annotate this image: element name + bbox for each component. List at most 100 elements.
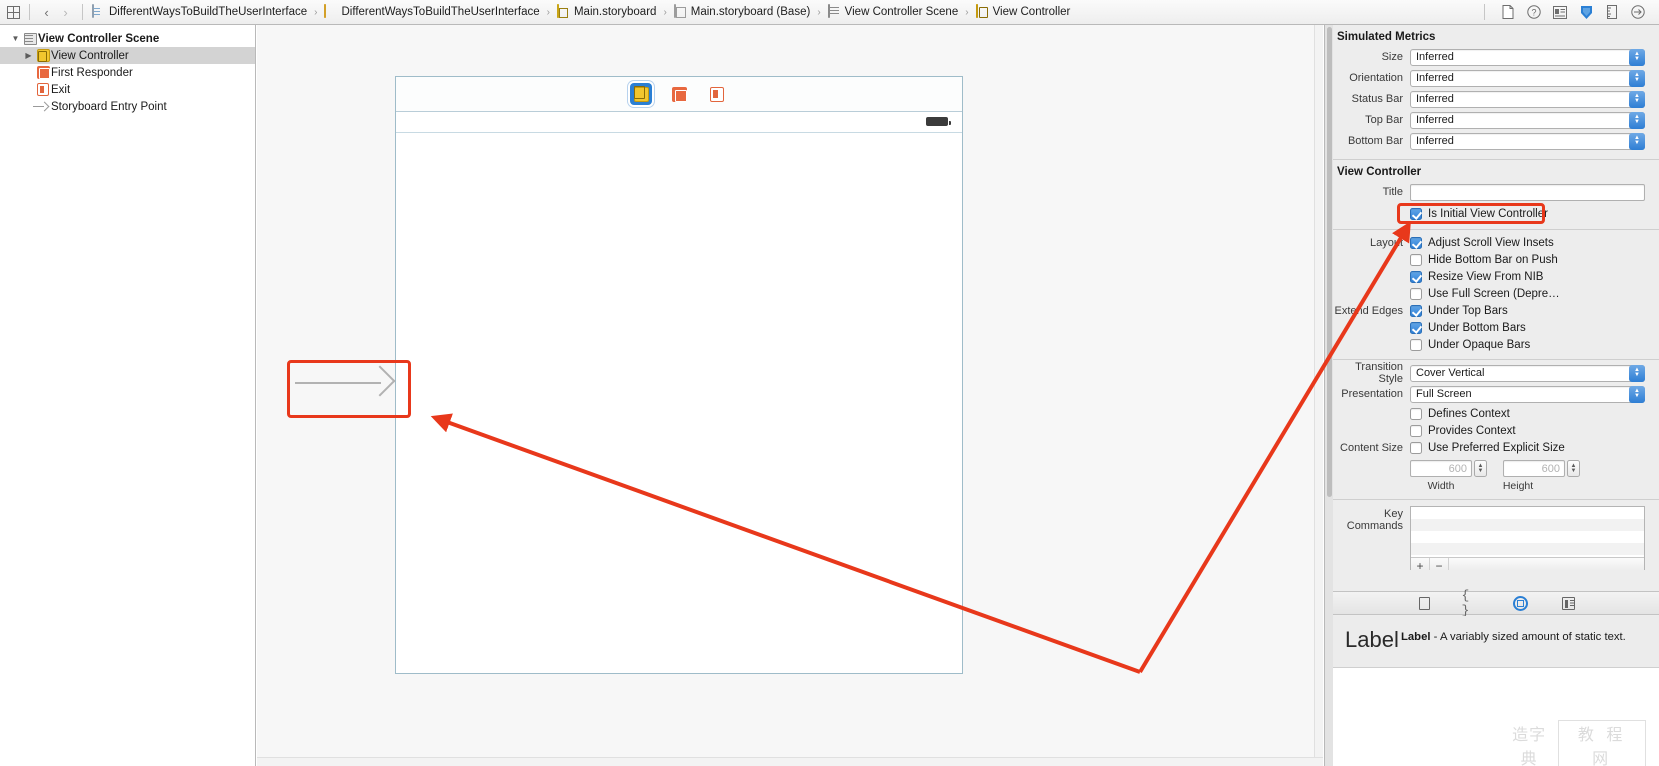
inspector-scrollbar-thumb[interactable] bbox=[1326, 27, 1332, 497]
forward-button[interactable]: › bbox=[56, 1, 75, 23]
view-controller-view[interactable] bbox=[396, 132, 962, 673]
grid-icon bbox=[6, 5, 20, 19]
breadcrumb-item-view-controller[interactable]: View Controller bbox=[975, 4, 1070, 19]
hide-bottom-bar-on-push-label: Hide Bottom Bar on Push bbox=[1428, 253, 1558, 266]
object-library-tab[interactable] bbox=[1510, 594, 1532, 612]
orientation-popup-button[interactable]: Inferred ▲ ▼ bbox=[1410, 69, 1645, 87]
storyboard-entry-arrow-icon[interactable] bbox=[289, 362, 407, 404]
adjust-scroll-view-insets-label: Adjust Scroll View Insets bbox=[1428, 236, 1554, 249]
quick-help-icon[interactable]: ? bbox=[1521, 1, 1547, 23]
toolbar-left-group: ‹ › bbox=[0, 0, 86, 24]
editor-grid-button[interactable] bbox=[0, 0, 26, 25]
storyboard-canvas[interactable] bbox=[257, 25, 1323, 766]
attributes-inspector-icon[interactable] bbox=[1573, 1, 1599, 23]
simulated-status-bar bbox=[396, 113, 962, 132]
under-top-bars-checkbox[interactable] bbox=[1410, 304, 1422, 317]
chevron-updown-icon[interactable]: ▲ ▼ bbox=[1629, 69, 1645, 87]
checkbox-row-hide-bottom-bar-on-push: Hide Bottom Bar on Push bbox=[1333, 251, 1659, 268]
exit-dock-icon[interactable] bbox=[706, 83, 728, 105]
breadcrumb-label: Main.storyboard bbox=[573, 6, 657, 18]
code-snippet-library-tab[interactable]: { } bbox=[1462, 588, 1484, 618]
first-responder-icon bbox=[35, 66, 51, 79]
outline-item-view-controller[interactable]: ▶ View Controller bbox=[0, 47, 255, 64]
breadcrumb-label: Main.storyboard (Base) bbox=[690, 6, 811, 18]
checkbox-row-resize-view-from-nib: Resize View From NIB bbox=[1333, 268, 1659, 285]
scene-icon bbox=[22, 32, 38, 45]
remove-key-command-button[interactable]: − bbox=[1430, 557, 1449, 570]
content-width-stepper[interactable]: ▲ ▼ bbox=[1474, 460, 1487, 477]
chevron-updown-icon[interactable]: ▲ ▼ bbox=[1629, 132, 1645, 150]
chevron-updown-icon[interactable]: ▲ ▼ bbox=[1629, 48, 1645, 66]
key-commands-list[interactable]: + − bbox=[1410, 506, 1645, 570]
inspector-scrollbar[interactable] bbox=[1325, 25, 1333, 766]
chevron-updown-icon[interactable]: ▲ ▼ bbox=[1629, 90, 1645, 108]
outline-item-first-responder[interactable]: First Responder bbox=[0, 64, 255, 81]
bottom-bar-value: Inferred bbox=[1416, 135, 1454, 147]
outline-item-view-controller-scene[interactable]: ▼ View Controller Scene bbox=[0, 30, 255, 47]
breadcrumb-label: DifferentWaysToBuildTheUserInterface bbox=[341, 6, 540, 18]
presentation-popup-button[interactable]: Full Screen ▲ ▼ bbox=[1410, 385, 1645, 403]
top-bar-popup-button[interactable]: Inferred ▲ ▼ bbox=[1410, 111, 1645, 129]
view-controller-scene-canvas[interactable] bbox=[395, 76, 963, 674]
transition-style-popup-button[interactable]: Cover Vertical ▲ ▼ bbox=[1410, 364, 1645, 382]
outline-item-label: Exit bbox=[51, 83, 71, 96]
under-bottom-bars-checkbox[interactable] bbox=[1410, 321, 1422, 334]
field-row-status-bar: Status Bar Inferred ▲ ▼ bbox=[1333, 89, 1659, 109]
adjust-scroll-view-insets-checkbox[interactable] bbox=[1410, 236, 1422, 249]
watermark-brand: 造字典 教 程 网 bbox=[1504, 720, 1646, 766]
disclosure-triangle-icon[interactable]: ▼ bbox=[9, 34, 22, 43]
breadcrumb-item-storyboard-base[interactable]: Main.storyboard (Base) bbox=[673, 4, 811, 19]
identity-inspector-icon[interactable] bbox=[1547, 1, 1573, 23]
canvas-horizontal-scrollbar[interactable] bbox=[257, 757, 1323, 766]
chevron-updown-icon[interactable]: ▲ ▼ bbox=[1629, 111, 1645, 129]
chevron-right-icon: › bbox=[817, 6, 821, 18]
view-controller-icon bbox=[975, 4, 989, 19]
add-key-command-button[interactable]: + bbox=[1411, 557, 1430, 570]
scene-icon bbox=[827, 4, 841, 19]
media-library-tab[interactable] bbox=[1558, 594, 1580, 612]
view-controller-icon bbox=[35, 49, 51, 62]
hide-bottom-bar-on-push-checkbox[interactable] bbox=[1410, 253, 1422, 266]
outline-item-storyboard-entry-point[interactable]: Storyboard Entry Point bbox=[0, 98, 255, 115]
file-inspector-icon[interactable] bbox=[1495, 1, 1521, 23]
size-value: Inferred bbox=[1416, 51, 1454, 63]
field-row-orientation: Orientation Inferred ▲ ▼ bbox=[1333, 68, 1659, 88]
outline-item-exit[interactable]: Exit bbox=[0, 81, 255, 98]
use-full-screen-checkbox[interactable] bbox=[1410, 287, 1422, 300]
orientation-value: Inferred bbox=[1416, 72, 1454, 84]
under-opaque-bars-checkbox[interactable] bbox=[1410, 338, 1422, 351]
breadcrumb-item-scene[interactable]: View Controller Scene bbox=[827, 4, 958, 19]
title-input[interactable] bbox=[1410, 183, 1645, 201]
toolbar-divider bbox=[29, 4, 30, 20]
chevron-updown-icon[interactable]: ▲ ▼ bbox=[1629, 385, 1645, 403]
breadcrumb-item-folder[interactable]: DifferentWaysToBuildTheUserInterface bbox=[324, 4, 540, 19]
bottom-bar-popup-button[interactable]: Inferred ▲ ▼ bbox=[1410, 132, 1645, 150]
library-item-label[interactable]: Label Label - A variably sized amount of… bbox=[1333, 616, 1659, 668]
size-inspector-icon[interactable] bbox=[1599, 1, 1625, 23]
breadcrumb-item-storyboard[interactable]: Main.storyboard bbox=[556, 4, 657, 19]
field-row-presentation: Presentation Full Screen ▲ ▼ bbox=[1333, 384, 1659, 404]
chevron-right-icon: › bbox=[546, 6, 550, 18]
provides-context-checkbox[interactable] bbox=[1410, 424, 1422, 437]
chevron-updown-icon[interactable]: ▲ ▼ bbox=[1629, 364, 1645, 382]
disclosure-triangle-icon[interactable]: ▶ bbox=[22, 51, 35, 60]
connections-inspector-icon[interactable] bbox=[1625, 1, 1651, 23]
resize-view-from-nib-checkbox[interactable] bbox=[1410, 270, 1422, 283]
breadcrumb-item-project[interactable]: DifferentWaysToBuildTheUserInterface bbox=[92, 4, 307, 19]
status-bar-popup-button[interactable]: Inferred ▲ ▼ bbox=[1410, 90, 1645, 108]
canvas-vertical-scrollbar[interactable] bbox=[1314, 25, 1323, 766]
view-controller-dock-icon[interactable] bbox=[630, 83, 652, 105]
defines-context-checkbox[interactable] bbox=[1410, 407, 1422, 420]
label-orientation: Orientation bbox=[1349, 72, 1403, 84]
size-popup-button[interactable]: Inferred ▲ ▼ bbox=[1410, 48, 1645, 66]
use-preferred-explicit-size-checkbox[interactable] bbox=[1410, 441, 1422, 454]
first-responder-dock-icon[interactable] bbox=[668, 83, 690, 105]
storyboard-icon bbox=[556, 4, 570, 19]
file-template-library-tab[interactable] bbox=[1414, 594, 1436, 612]
content-height-input[interactable]: 600 bbox=[1503, 460, 1565, 477]
back-button[interactable]: ‹ bbox=[37, 1, 56, 23]
key-commands-toolbar: + − bbox=[1411, 557, 1644, 570]
is-initial-view-controller-checkbox[interactable] bbox=[1410, 207, 1422, 220]
content-height-stepper[interactable]: ▲ ▼ bbox=[1567, 460, 1580, 477]
content-width-input[interactable]: 600 bbox=[1410, 460, 1472, 477]
